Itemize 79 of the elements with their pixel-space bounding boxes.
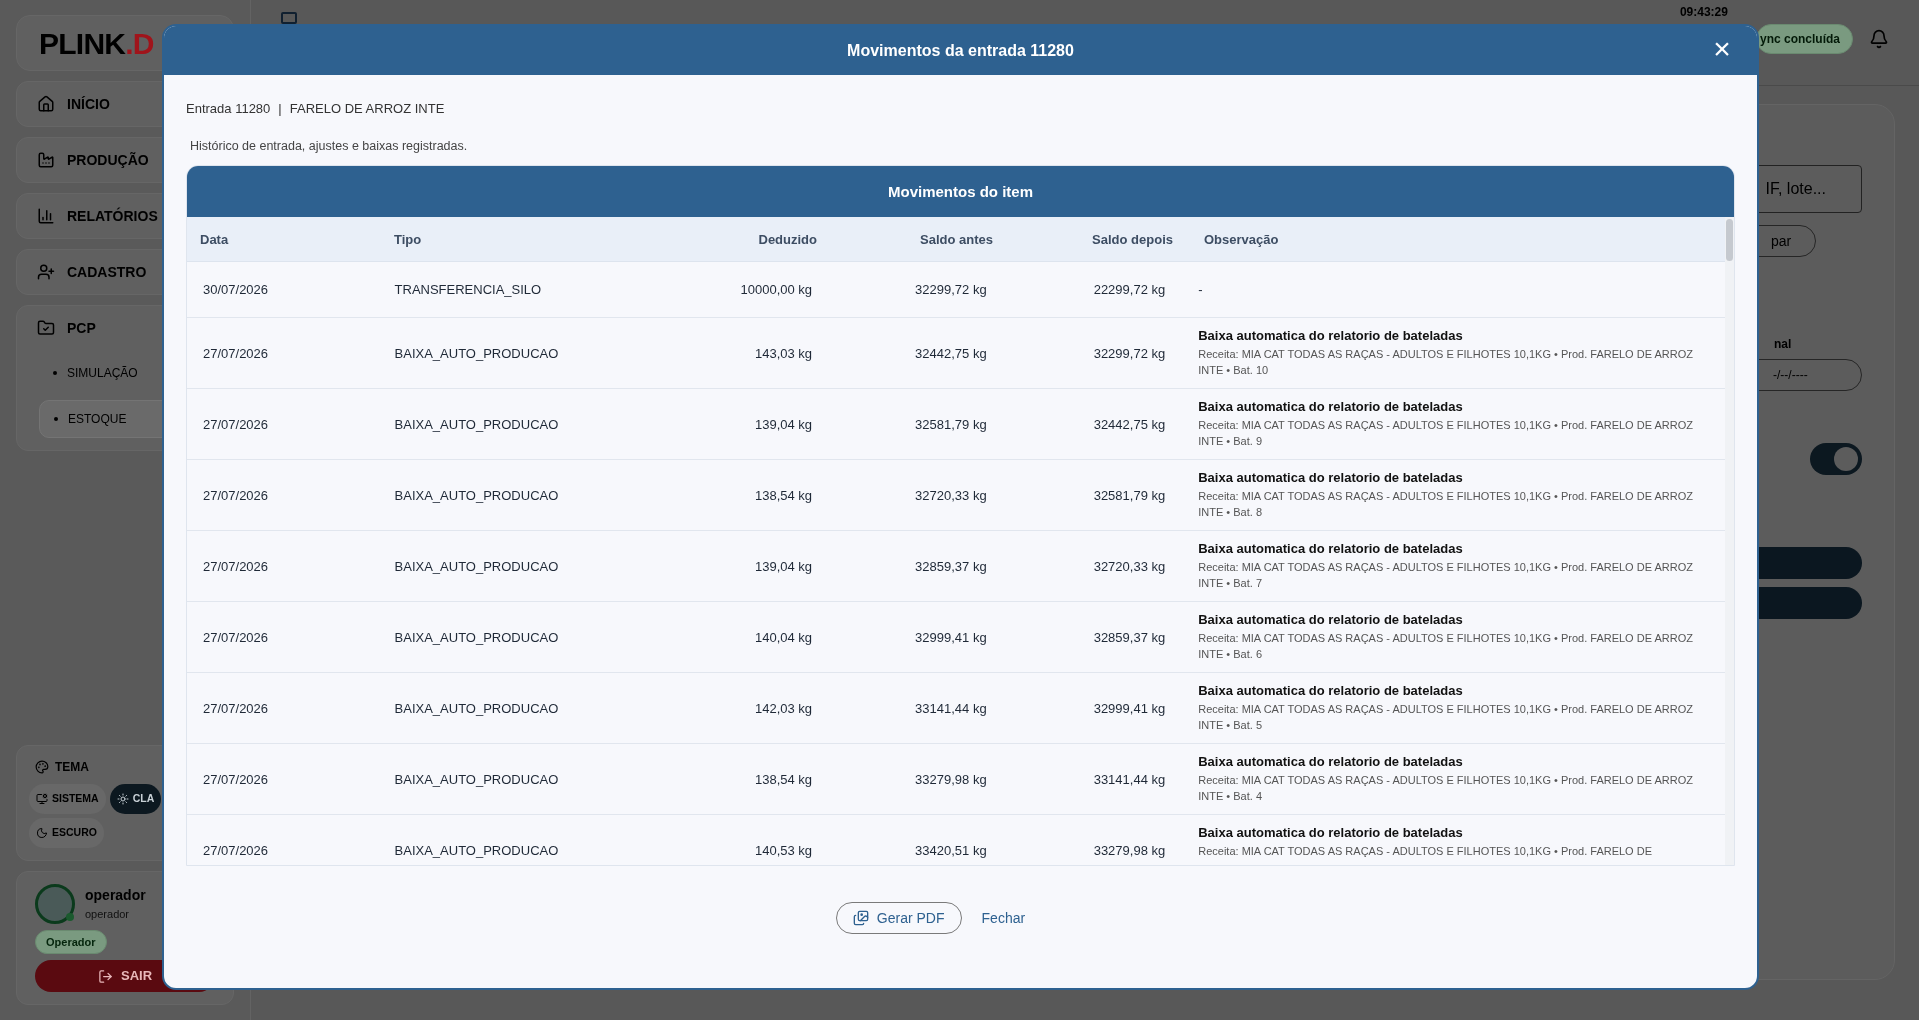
theme-label: TEMA — [55, 758, 89, 776]
user-subtitle: operador — [85, 906, 131, 922]
observation-detail: Receita: MIA CAT TODAS AS RAÇAS - ADULTOS E FILHOTES 10,1KG • Prod. FARELO DE ARROZ INTE • Bat. 8 — [1198, 489, 1694, 521]
role-badge: Operador — [35, 929, 107, 954]
observation-detail: Receita: MIA CAT TODAS AS RAÇAS - ADULTOS E FILHOTES 10,1KG • Prod. FARELO DE ARROZ INTE • Bat. 9 — [1198, 418, 1694, 450]
table-cell-text: BAIXA_AUTO_PRODUCAO — [393, 557, 560, 576]
table-cell-text: 22299,72 kg — [1092, 281, 1167, 299]
observation-detail: Receita: MIA CAT TODAS AS RAÇAS - ADULTOS E FILHOTES 10,1KG • Prod. FARELO DE ARROZ INTE • Bat. 5 — [1198, 702, 1694, 734]
product-name: FARELO DE ARROZ INTE — [289, 100, 445, 118]
table-cell-text: 33420,51 kg — [914, 841, 988, 860]
observation-title: Baixa automatica do relatorio de bateladas — [1198, 682, 1464, 700]
table-cell-text: BAIXA_AUTO_PRODUCAO — [393, 344, 560, 363]
table-cell-text: 32720,33 kg — [914, 486, 988, 505]
logo: PLINK.D — [39, 25, 154, 62]
theme-option[interactable]: ESCURO — [29, 817, 104, 848]
table-cell-text: 27/07/2026 — [202, 770, 270, 789]
table-cell-text: BAIXA_AUTO_PRODUCAO — [393, 486, 560, 505]
user-name: operador — [85, 885, 146, 905]
table-cell-text: 32859,37 kg — [1092, 628, 1167, 647]
table-cell-text: TRANSFERENCIA_SILO — [393, 281, 543, 299]
table-cell-text: BAIXA_AUTO_PRODUCAO — [393, 628, 560, 647]
separator: | — [278, 100, 282, 118]
table-cell-text: 140,04 kg — [754, 628, 813, 647]
table-cell-text: BAIXA_AUTO_PRODUCAO — [393, 699, 560, 718]
table-cell-text: 138,54 kg — [754, 486, 813, 505]
observation-detail: Receita: MIA CAT TODAS AS RAÇAS - ADULTOS E FILHOTES 10,1KG • Prod. FARELO DE ARROZ INTE • Bat. 6 — [1198, 631, 1694, 663]
table-cell-text: 33279,98 kg — [914, 770, 988, 789]
table-cell-text: 27/07/2026 — [202, 841, 270, 860]
column-header: Observação — [1203, 230, 1279, 249]
observation-title: Baixa automatica do relatorio de bateladas — [1198, 611, 1464, 629]
table-cell-text: 27/07/2026 — [202, 699, 270, 718]
table-cell-text: 32999,41 kg — [1092, 699, 1167, 718]
table-cell-text: 32581,79 kg — [1092, 486, 1167, 505]
close-button[interactable]: × — [1709, 36, 1735, 62]
observation-title: Baixa automatica do relatorio de bateladas — [1198, 469, 1464, 487]
table-cell-text: 10000,00 kg — [739, 281, 813, 299]
close-link[interactable]: Fechar — [981, 907, 1026, 929]
table-cell-text: 33141,44 kg — [914, 699, 988, 718]
table-cell-text: 32442,75 kg — [1092, 415, 1167, 434]
table-cell-text: BAIXA_AUTO_PRODUCAO — [393, 415, 560, 434]
table-cell-text: 32720,33 kg — [1092, 557, 1167, 576]
table-title: Movimentos do item — [888, 181, 1033, 202]
table-cell-text: 139,04 kg — [754, 415, 813, 434]
clock-time: 09:43:29 — [1679, 6, 1728, 18]
table-cell-text: 32442,75 kg — [914, 344, 988, 363]
theme-option[interactable]: CLA — [109, 783, 162, 814]
column-header: Tipo — [393, 230, 423, 249]
table-cell-text: 27/07/2026 — [202, 486, 270, 505]
column-header: Deduzido — [757, 230, 817, 249]
observation-title: Baixa automatica do relatorio de bateladas — [1198, 753, 1464, 771]
table-cell-text: 27/07/2026 — [202, 557, 270, 576]
table-cell-text: 32999,41 kg — [914, 628, 988, 647]
table-cell-text: 27/07/2026 — [202, 628, 270, 647]
table-cell-text: BAIXA_AUTO_PRODUCAO — [393, 841, 560, 860]
modal-title: Movimentos da entrada 11280 — [847, 40, 1074, 61]
table-cell-text: 33279,98 kg — [1092, 841, 1167, 860]
observation-detail: Receita: MIA CAT TODAS AS RAÇAS - ADULTOS E FILHOTES 10,1KG • Prod. FARELO DE ARROZ INTE • Bat. 7 — [1198, 560, 1694, 592]
table-cell-text: BAIXA_AUTO_PRODUCAO — [393, 770, 560, 789]
observation-detail: Receita: MIA CAT TODAS AS RAÇAS - ADULTOS E FILHOTES 10,1KG • Prod. FARELO DE ARROZ INTE • Bat. 4 — [1198, 773, 1694, 805]
table-cell-text: 143,03 kg — [754, 344, 813, 363]
table-cell-text: 138,54 kg — [754, 770, 813, 789]
table-cell-text: 139,04 kg — [754, 557, 813, 576]
table-cell-text: 142,03 kg — [754, 699, 813, 718]
observation-title: Baixa automatica do relatorio de bateladas — [1198, 327, 1464, 345]
observation-title: Baixa automatica do relatorio de bateladas — [1198, 540, 1464, 558]
table-cell-text: 140,53 kg — [754, 841, 813, 860]
table-cell-text: 32299,72 kg — [914, 281, 988, 299]
observation-title: Baixa automatica do relatorio de bateladas — [1198, 824, 1464, 842]
column-header: Saldo depois — [1091, 230, 1174, 249]
table-cell-text: 33141,44 kg — [1092, 770, 1167, 789]
observation-detail: Receita: MIA CAT TODAS AS RAÇAS - ADULTOS E FILHOTES 10,1KG • Prod. FARELO DE — [1198, 844, 1654, 860]
table-cell-text: - — [1198, 281, 1204, 299]
column-header: Saldo antes — [919, 230, 994, 249]
table-cell-text: 32299,72 kg — [1092, 344, 1167, 363]
date-label: nal — [1774, 336, 1793, 353]
theme-option[interactable]: SISTEMA — [29, 783, 106, 814]
table-cell-text: 32859,37 kg — [914, 557, 988, 576]
observation-title: Baixa automatica do relatorio de bateladas — [1198, 398, 1464, 416]
table-cell-text: 32581,79 kg — [914, 415, 988, 434]
